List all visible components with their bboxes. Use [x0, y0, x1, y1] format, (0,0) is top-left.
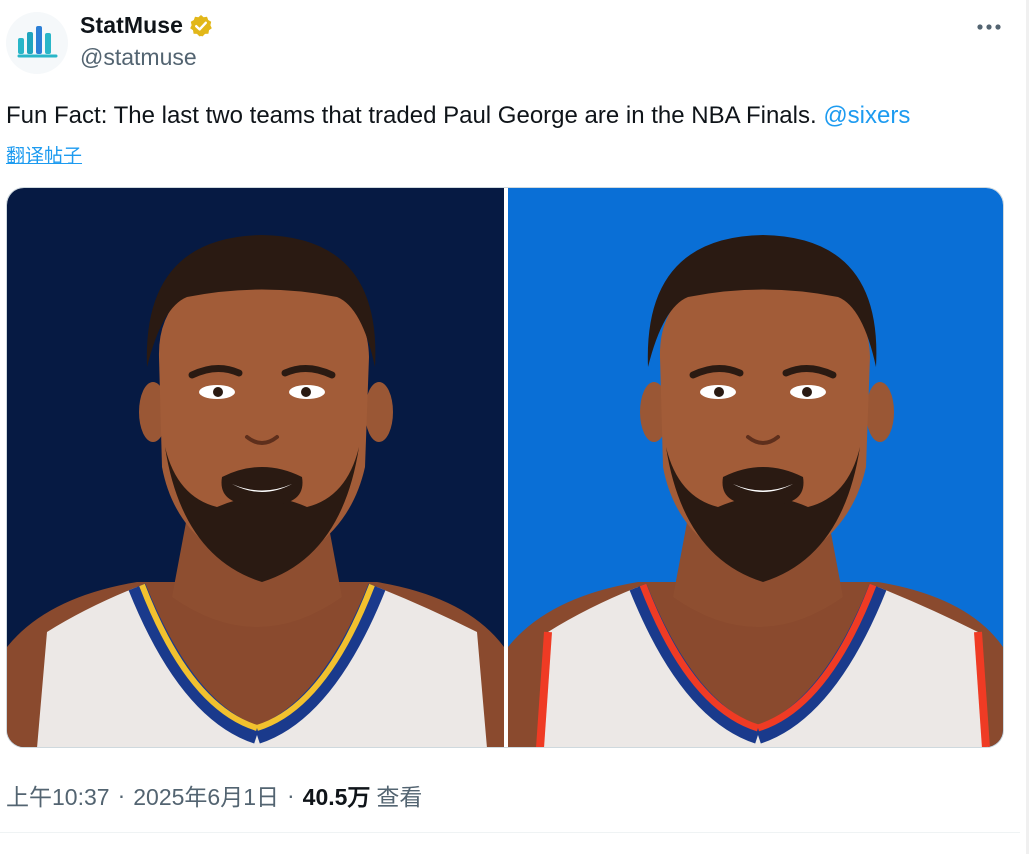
views-label[interactable]: 查看 [376, 778, 422, 812]
display-name[interactable]: StatMuse [80, 12, 183, 39]
display-name-row: StatMuse [80, 12, 213, 39]
tweet-time[interactable]: 上午10:37 [6, 778, 110, 812]
translate-post-link[interactable]: 翻译帖子 [6, 141, 82, 168]
handle[interactable]: @statmuse [80, 44, 197, 71]
verified-badge-icon[interactable] [189, 14, 213, 38]
tweet-meta: 上午10:37 · 2025年6月1日 · 40.5万 查看 [6, 778, 422, 812]
meta-separator: · [117, 781, 126, 808]
paul-george-thunder-illustration [508, 188, 1003, 747]
media-image-thunder[interactable] [508, 188, 1003, 747]
statmuse-logo-icon [17, 26, 58, 58]
media-image-pacers[interactable] [7, 188, 504, 747]
avatar[interactable] [6, 12, 68, 74]
views-count[interactable]: 40.5万 [303, 778, 371, 812]
tweet-body: Fun Fact: The last two teams that traded… [6, 102, 824, 129]
more-options-icon[interactable] [972, 14, 1006, 40]
meta-separator: · [286, 781, 295, 808]
tweet-date[interactable]: 2025年6月1日 [133, 778, 279, 812]
paul-george-pacers-illustration [7, 188, 504, 747]
tweet-header: StatMuse @statmuse [0, 0, 1029, 90]
mention-link[interactable]: @sixers [823, 102, 910, 129]
media-grid [6, 187, 1004, 748]
divider [0, 832, 1020, 833]
tweet-text: Fun Fact: The last two teams that traded… [6, 101, 910, 131]
